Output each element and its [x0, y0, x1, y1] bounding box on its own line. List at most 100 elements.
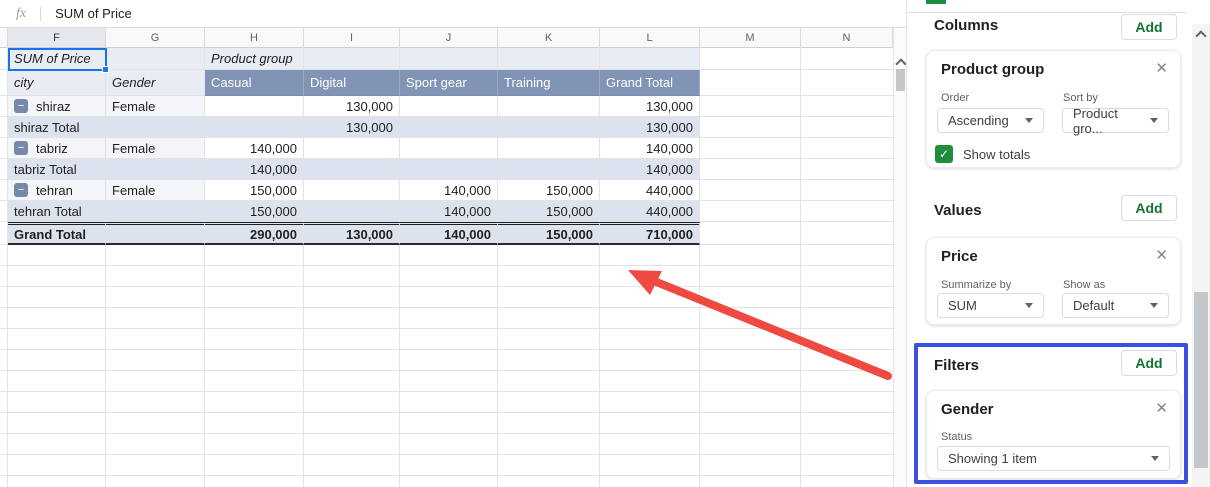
- grid-cell[interactable]: [600, 392, 700, 413]
- grid-cell[interactable]: [0, 117, 8, 138]
- grid-cell[interactable]: [400, 413, 498, 434]
- grid-cell[interactable]: [498, 48, 600, 70]
- grid-cell[interactable]: [700, 138, 801, 159]
- grid-cell[interactable]: [801, 138, 893, 159]
- grid-cell[interactable]: [801, 266, 893, 287]
- grid-cell[interactable]: [498, 308, 600, 329]
- close-icon[interactable]: ✕: [1155, 399, 1168, 417]
- grid-cell[interactable]: [8, 308, 106, 329]
- pivot-value-cell[interactable]: [400, 138, 498, 159]
- pivot-value-cell[interactable]: [400, 117, 498, 138]
- close-icon[interactable]: ✕: [1155, 59, 1168, 77]
- grid-cell[interactable]: [0, 266, 8, 287]
- pivot-value-cell[interactable]: 130,000: [304, 117, 400, 138]
- grid-cell[interactable]: [700, 308, 801, 329]
- grid-cell[interactable]: [498, 392, 600, 413]
- pivot-value-cell[interactable]: 150,000: [205, 201, 304, 222]
- pivot-value-cell[interactable]: [498, 96, 600, 117]
- grid-cell[interactable]: [600, 434, 700, 455]
- panel-scrollbar[interactable]: [1192, 24, 1210, 487]
- grid-cell[interactable]: [700, 371, 801, 392]
- scroll-up-icon[interactable]: [1195, 30, 1207, 42]
- grid-cell[interactable]: [600, 48, 700, 70]
- grid-cell[interactable]: [700, 476, 801, 487]
- pivot-value-cell[interactable]: 150,000: [498, 180, 600, 201]
- grid-cell[interactable]: [498, 434, 600, 455]
- pivot-city-cell[interactable]: shiraz Total: [8, 117, 106, 138]
- column-header-M[interactable]: M: [700, 28, 801, 48]
- pivot-value-cell[interactable]: [498, 117, 600, 138]
- show-as-dropdown[interactable]: Default: [1062, 293, 1169, 318]
- grid-cell[interactable]: [8, 434, 106, 455]
- pivot-city-cell[interactable]: − shiraz: [8, 96, 106, 117]
- grid-cell[interactable]: [801, 329, 893, 350]
- pivot-city-cell[interactable]: − tehran: [8, 180, 106, 201]
- pivot-value-cell[interactable]: [304, 201, 400, 222]
- grid-cell[interactable]: [400, 48, 498, 70]
- grid-cell[interactable]: [600, 413, 700, 434]
- grid-cell[interactable]: [0, 434, 8, 455]
- grid-cell[interactable]: [205, 266, 304, 287]
- grid-cell[interactable]: [498, 371, 600, 392]
- show-totals-checkbox[interactable]: ✓: [935, 145, 953, 163]
- grid-cell[interactable]: [0, 392, 8, 413]
- grid-cell[interactable]: [700, 222, 801, 245]
- sheet-scrollbar[interactable]: [893, 28, 907, 487]
- grid-cell[interactable]: [700, 96, 801, 117]
- grid-cell[interactable]: [304, 371, 400, 392]
- grid-cell[interactable]: [0, 413, 8, 434]
- pivot-value-cell[interactable]: 140,000: [600, 159, 700, 180]
- grid-cell[interactable]: [106, 266, 205, 287]
- grid-cell[interactable]: [600, 455, 700, 476]
- pivot-column-field-cell[interactable]: Product group: [205, 48, 304, 70]
- grid-cell[interactable]: [0, 350, 8, 371]
- grid-cell[interactable]: [600, 476, 700, 487]
- grid-cell[interactable]: [304, 329, 400, 350]
- grid-cell[interactable]: [801, 96, 893, 117]
- pivot-city-cell[interactable]: Grand Total: [8, 222, 106, 245]
- grid-cell[interactable]: [801, 222, 893, 245]
- grid-cell[interactable]: [700, 392, 801, 413]
- grid-cell[interactable]: [205, 392, 304, 413]
- partial-checkbox-icon[interactable]: [926, 0, 946, 4]
- grid-cell[interactable]: [205, 350, 304, 371]
- grid-cell[interactable]: [304, 287, 400, 308]
- grid-cell[interactable]: [106, 455, 205, 476]
- collapse-group-button[interactable]: −: [14, 183, 28, 197]
- grid-cell[interactable]: [0, 308, 8, 329]
- grid-cell[interactable]: [498, 329, 600, 350]
- grid-cell[interactable]: [8, 455, 106, 476]
- summarize-by-dropdown[interactable]: SUM: [937, 293, 1044, 318]
- pivot-row-field-cell[interactable]: city: [8, 70, 106, 96]
- grid-cell[interactable]: [205, 371, 304, 392]
- grid-cell[interactable]: [0, 70, 8, 96]
- pivot-value-cell[interactable]: 150,000: [205, 180, 304, 201]
- grid-cell[interactable]: [801, 455, 893, 476]
- grid-cell[interactable]: [400, 392, 498, 413]
- grid-cell[interactable]: [801, 392, 893, 413]
- grid-cell[interactable]: [8, 266, 106, 287]
- grid-cell[interactable]: [106, 329, 205, 350]
- grid-cell[interactable]: [600, 371, 700, 392]
- grid-cell[interactable]: [8, 350, 106, 371]
- grid-cell[interactable]: [8, 413, 106, 434]
- pivot-value-cell[interactable]: [400, 96, 498, 117]
- column-header-G[interactable]: G: [106, 28, 205, 48]
- grid-cell[interactable]: [498, 413, 600, 434]
- pivot-value-cell[interactable]: 130,000: [304, 96, 400, 117]
- grid-cell[interactable]: [801, 350, 893, 371]
- pivot-value-cell[interactable]: 140,000: [400, 222, 498, 245]
- pivot-gender-cell[interactable]: [106, 159, 205, 180]
- pivot-value-cell[interactable]: 440,000: [600, 201, 700, 222]
- collapse-group-button[interactable]: −: [14, 99, 28, 113]
- pivot-value-cell[interactable]: [400, 159, 498, 180]
- panel-scrollbar-thumb[interactable]: [1194, 292, 1208, 468]
- grid-cell[interactable]: [205, 329, 304, 350]
- pivot-value-cell[interactable]: 130,000: [600, 117, 700, 138]
- grid-cell[interactable]: [0, 476, 8, 487]
- grid-cell[interactable]: [304, 350, 400, 371]
- grid-cell[interactable]: [700, 434, 801, 455]
- grid-cell[interactable]: [700, 117, 801, 138]
- grid-cell[interactable]: [600, 329, 700, 350]
- pivot-value-cell[interactable]: [498, 138, 600, 159]
